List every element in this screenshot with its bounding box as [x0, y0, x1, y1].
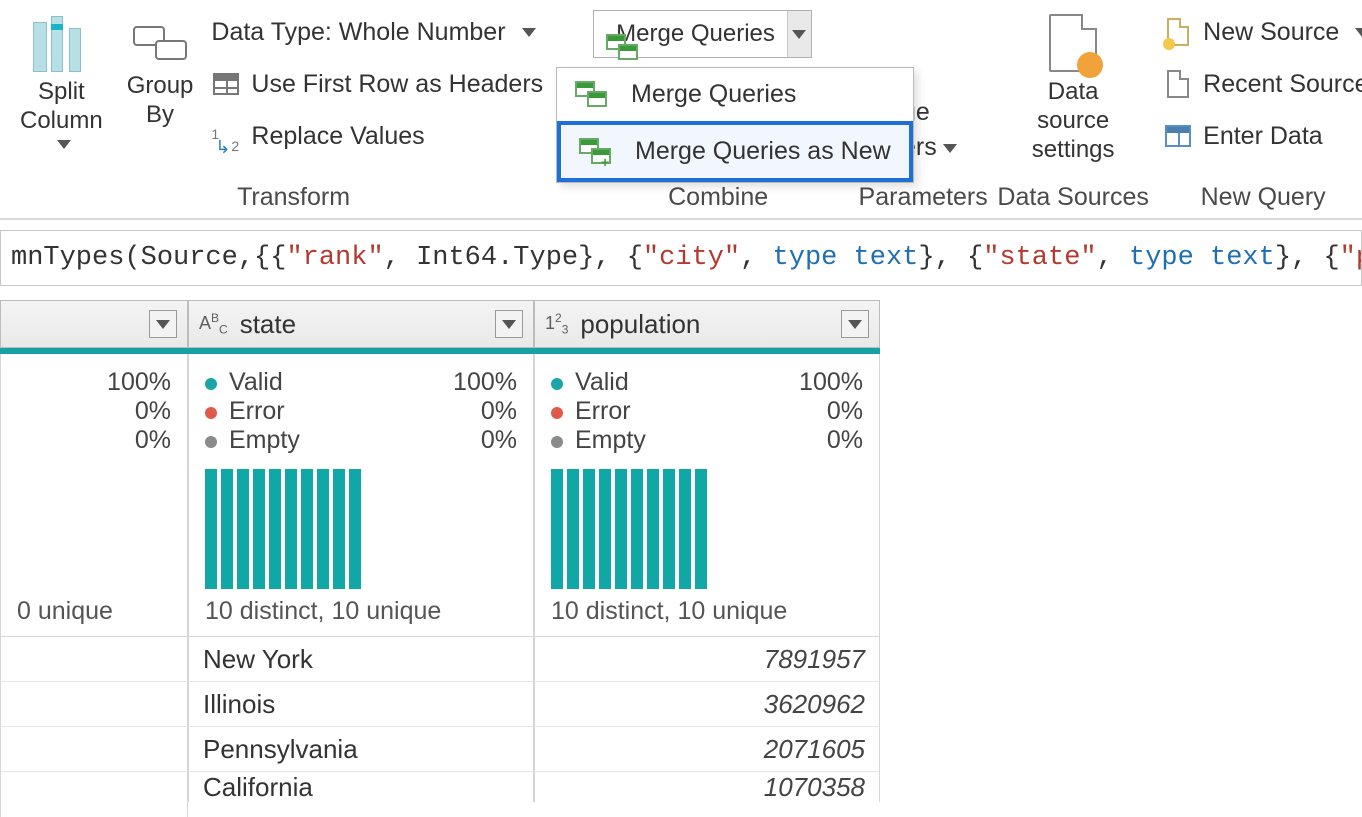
data-type-button[interactable]: Data Type: Whole Number — [211, 8, 573, 56]
chevron-down-icon — [156, 320, 170, 329]
new-source-button[interactable]: New Source — [1163, 8, 1362, 56]
data-cell[interactable]: 2071605 — [534, 727, 880, 772]
group-label-newquery: New Query — [1201, 183, 1326, 212]
formula-bar[interactable]: mnTypes(Source,{{"rank", Int64.Type}, {"… — [0, 230, 1362, 286]
merge-queries-new-icon: + — [575, 138, 617, 166]
column-partial: 100% 0% 0% 0 unique — [0, 300, 188, 817]
replace-values-icon: 1↳2 — [211, 123, 241, 149]
data-cell[interactable]: Pennsylvania — [188, 727, 534, 772]
data-cell[interactable]: California — [188, 772, 534, 802]
enter-data-icon — [1163, 125, 1193, 147]
split-column-icon — [33, 12, 89, 72]
enter-data-button[interactable]: Enter Data — [1163, 112, 1323, 160]
split-column-label: Split Column — [20, 78, 103, 136]
column-state: ABC state Valid100% Error0% Empty0% 10 d… — [188, 300, 534, 817]
data-source-settings-button[interactable]: Data source settings — [1003, 8, 1143, 168]
first-row-headers-button[interactable]: Use First Row as Headers — [211, 60, 573, 108]
chevron-down-icon — [522, 28, 536, 37]
column-quality-state: Valid100% Error0% Empty0% 10 distinct, 1… — [188, 354, 534, 637]
data-cell[interactable] — [0, 682, 188, 727]
group-by-button[interactable]: Group By — [121, 8, 200, 134]
group-label-datasources: Data Sources — [997, 183, 1148, 212]
group-label-combine: Combine — [668, 183, 768, 212]
column-filter-button[interactable] — [495, 310, 523, 338]
data-cell[interactable] — [0, 772, 188, 817]
data-cell[interactable]: 1070358 — [534, 772, 880, 802]
data-cell[interactable] — [0, 637, 188, 682]
menu-item-merge-queries-as-new[interactable]: + Merge Queries as New — [557, 121, 913, 182]
chevron-down-icon — [848, 320, 862, 329]
column-filter-button[interactable] — [841, 310, 869, 338]
table-icon — [211, 73, 241, 95]
ribbon-group-transform: Split Column Group By Data Type: Whole N… — [4, 8, 583, 218]
menu-item-merge-queries[interactable]: Merge Queries — [557, 68, 913, 121]
type-text-icon: ABC — [199, 311, 228, 337]
ribbon-group-datasources: Data source settings Data Sources — [993, 8, 1153, 218]
chevron-down-icon — [792, 30, 806, 39]
ribbon-group-newquery: New Source Recent Sources Enter Data New… — [1153, 8, 1362, 218]
column-header-partial[interactable] — [0, 300, 188, 348]
group-label-transform: Transform — [237, 183, 350, 212]
data-cell[interactable]: Illinois — [188, 682, 534, 727]
chevron-down-icon — [943, 144, 957, 153]
distribution-chart — [551, 469, 863, 589]
column-header-population[interactable]: 123 population — [534, 300, 880, 348]
distribution-chart — [205, 469, 517, 589]
column-quality-population: Valid100% Error0% Empty0% 10 distinct, 1… — [534, 354, 880, 637]
replace-values-button[interactable]: 1↳2 Replace Values — [211, 112, 573, 160]
data-preview-grid: 100% 0% 0% 0 unique ABC state Valid100% … — [0, 300, 1362, 817]
type-number-icon: 123 — [545, 311, 568, 337]
new-source-icon — [1163, 18, 1193, 46]
split-column-button[interactable]: Split Column — [14, 8, 109, 153]
column-quality-partial: 100% 0% 0% 0 unique — [0, 354, 188, 637]
merge-queries-menu: Merge Queries + Merge Queries as New — [556, 67, 914, 183]
recent-sources-icon — [1163, 70, 1193, 98]
group-label-parameters: Parameters — [859, 183, 988, 212]
column-filter-button[interactable] — [149, 310, 177, 338]
merge-queries-icon — [571, 81, 613, 109]
chevron-down-icon — [1355, 28, 1362, 37]
column-header-state[interactable]: ABC state — [188, 300, 534, 348]
recent-sources-button[interactable]: Recent Sources — [1163, 60, 1362, 108]
group-by-icon — [133, 26, 187, 66]
data-cell[interactable] — [0, 727, 188, 772]
merge-queries-main[interactable]: Merge Queries — [594, 11, 787, 57]
data-cell[interactable]: 3620962 — [534, 682, 880, 727]
group-by-label: Group By — [127, 72, 194, 130]
data-source-settings-icon — [1049, 14, 1097, 72]
data-cell[interactable]: New York — [188, 637, 534, 682]
column-population: 123 population Valid100% Error0% Empty0%… — [534, 300, 880, 817]
merge-queries-splitbutton[interactable]: Merge Queries — [593, 10, 812, 58]
data-cell[interactable]: 7891957 — [534, 637, 880, 682]
chevron-down-icon — [57, 140, 71, 149]
chevron-down-icon — [502, 320, 516, 329]
merge-queries-dropdown-toggle[interactable] — [787, 11, 811, 57]
